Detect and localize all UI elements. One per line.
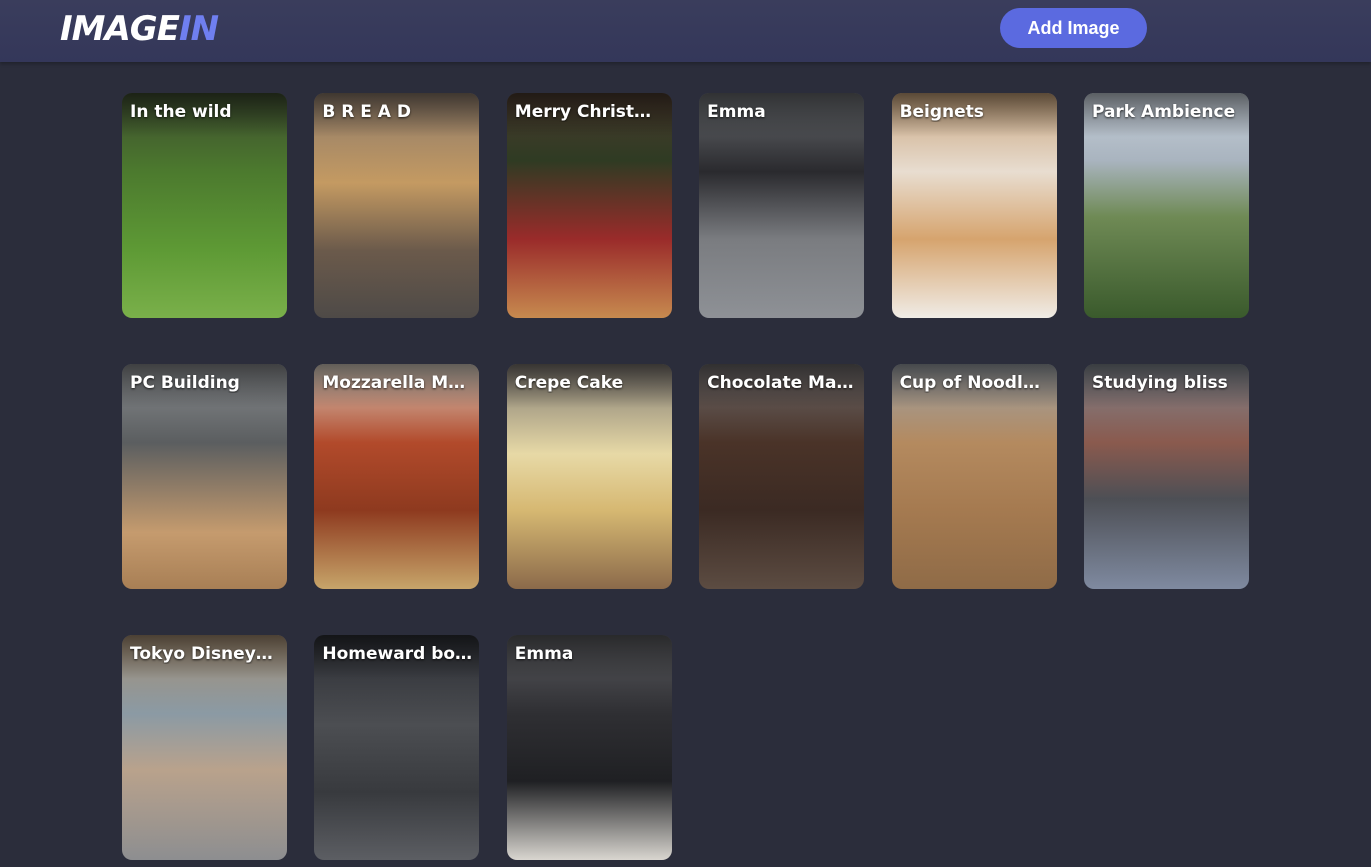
image-card[interactable]: Cup of Noodle ... (891, 364, 1057, 589)
image-card[interactable]: In the wild (122, 93, 287, 318)
image-card[interactable]: Chocolate Mar... (699, 364, 865, 589)
image-card[interactable]: Mozzarella Me... (314, 364, 480, 589)
image-card[interactable]: B R E A D (314, 93, 480, 318)
add-image-button[interactable]: Add Image (1000, 8, 1147, 48)
image-card[interactable]: PC Building (122, 364, 287, 589)
image-card[interactable]: Homeward bou... (314, 635, 480, 860)
image-card[interactable]: Tokyo DisneySea (122, 635, 287, 860)
card-title: B R E A D (322, 102, 411, 122)
image-card[interactable]: Beignets (891, 93, 1057, 318)
image-gallery-grid: In the wild B R E A D Merry Christmas! E… (122, 93, 1249, 860)
image-card[interactable]: Park Ambience (1083, 93, 1249, 318)
card-title: Crepe Cake (514, 373, 624, 393)
card-title: Homeward bou... (322, 644, 474, 664)
app-logo[interactable]: IMAGEIN (60, 8, 219, 50)
card-title: In the wild (130, 102, 232, 122)
image-card[interactable]: Merry Christmas! (506, 93, 672, 318)
image-card[interactable]: Emma (506, 635, 672, 860)
card-title: Emma (707, 102, 766, 122)
card-title: Cup of Noodle ... (899, 373, 1051, 393)
logo-text-accent: IN (178, 9, 219, 49)
logo-text-main: IMAGE (60, 9, 180, 49)
image-card[interactable]: Crepe Cake (506, 364, 672, 589)
card-title: Mozzarella Me... (322, 373, 474, 393)
card-title: PC Building (130, 373, 240, 393)
card-title: Studying bliss (1091, 373, 1228, 393)
card-title: Park Ambience (1091, 102, 1236, 122)
card-title: Chocolate Mar... (707, 373, 859, 393)
image-card[interactable]: Emma (699, 93, 865, 318)
card-title: Merry Christmas! (514, 102, 666, 122)
card-title: Emma (514, 644, 574, 664)
top-nav-bar: IMAGEIN Add Image (0, 0, 1371, 62)
image-card[interactable]: Studying bliss (1083, 364, 1249, 589)
card-title: Tokyo DisneySea (130, 644, 281, 664)
card-title: Beignets (899, 102, 984, 122)
